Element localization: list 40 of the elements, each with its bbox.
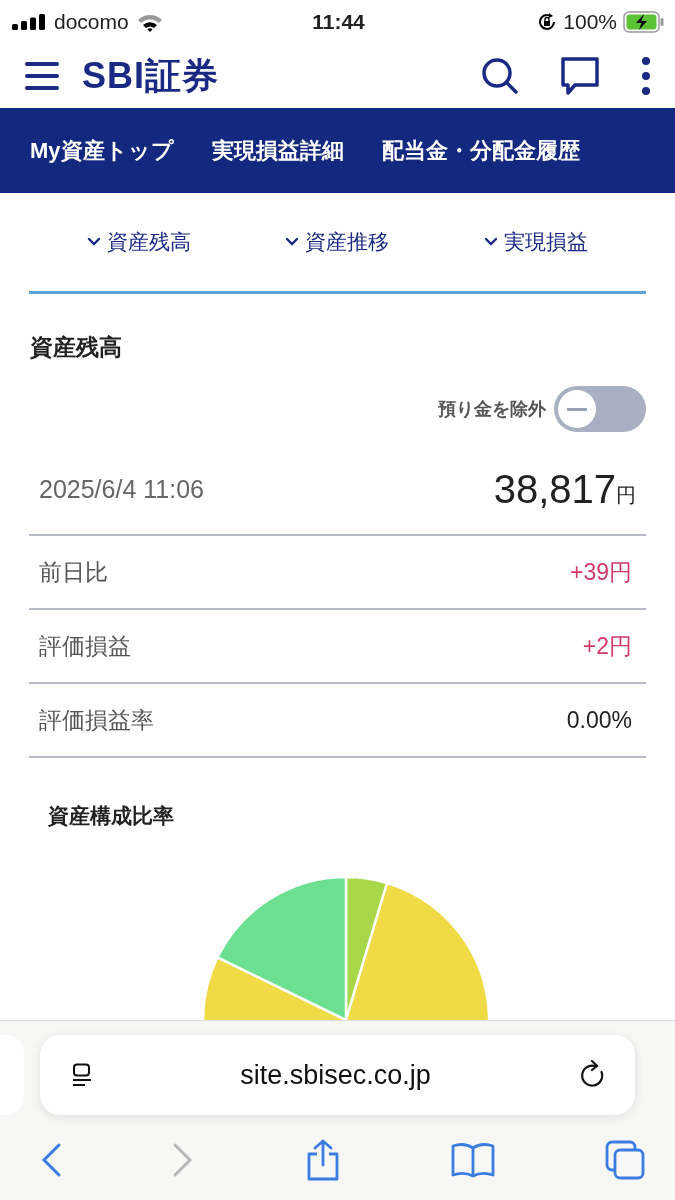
- exclude-deposits-toggle[interactable]: [554, 386, 646, 432]
- search-icon[interactable]: [481, 57, 519, 95]
- battery-charging-icon: [623, 11, 665, 33]
- toggle-label: 預り金を除外: [438, 398, 546, 421]
- row-label: 評価損益率: [39, 705, 154, 735]
- chevron-down-icon: [285, 237, 300, 247]
- currency-unit: 円: [616, 482, 636, 508]
- nav-tab[interactable]: 配当金・分配金履歴: [381, 135, 580, 166]
- total-amount: 38,817: [493, 466, 616, 512]
- address-bar[interactable]: site.sbisec.co.jp: [40, 1035, 635, 1115]
- rotation-lock-icon: [537, 12, 558, 32]
- battery-percentage: 100%: [563, 10, 617, 34]
- back-icon[interactable]: [40, 1142, 62, 1178]
- nav-tab[interactable]: 実現損益詳細: [211, 135, 344, 166]
- wifi-icon: [136, 12, 163, 32]
- section-link[interactable]: 実現損益: [483, 228, 588, 256]
- chart-title: 資産構成比率: [47, 803, 175, 829]
- row-value: +39円: [570, 557, 632, 587]
- page-menu-icon[interactable]: [72, 1063, 92, 1087]
- balance-date: 2025/6/4 11:06: [39, 474, 204, 504]
- row-label: 評価損益: [39, 631, 131, 661]
- nav-tab[interactable]: My資産トップ: [30, 135, 174, 166]
- signal-icon: [12, 14, 46, 30]
- carrier-name: docomo: [54, 10, 129, 34]
- row-value: +2円: [582, 631, 632, 661]
- section-link[interactable]: 資産推移: [285, 228, 390, 256]
- section-link[interactable]: 資産残高: [87, 228, 192, 256]
- chevron-down-icon: [87, 237, 102, 247]
- sbi-logo[interactable]: SBI証券: [82, 51, 219, 101]
- row-label: 前日比: [39, 557, 108, 587]
- row-value: 0.00%: [566, 706, 632, 734]
- chat-icon[interactable]: [559, 55, 601, 97]
- menu-icon[interactable]: [24, 61, 60, 91]
- url-text: site.sbisec.co.jp: [240, 1059, 431, 1091]
- section-title: 資産残高: [29, 333, 123, 362]
- more-icon[interactable]: [641, 57, 651, 95]
- tabs-icon[interactable]: [605, 1140, 645, 1180]
- bookmarks-icon[interactable]: [450, 1142, 495, 1178]
- status-time: 11:44: [312, 10, 365, 34]
- chevron-down-icon: [483, 237, 498, 247]
